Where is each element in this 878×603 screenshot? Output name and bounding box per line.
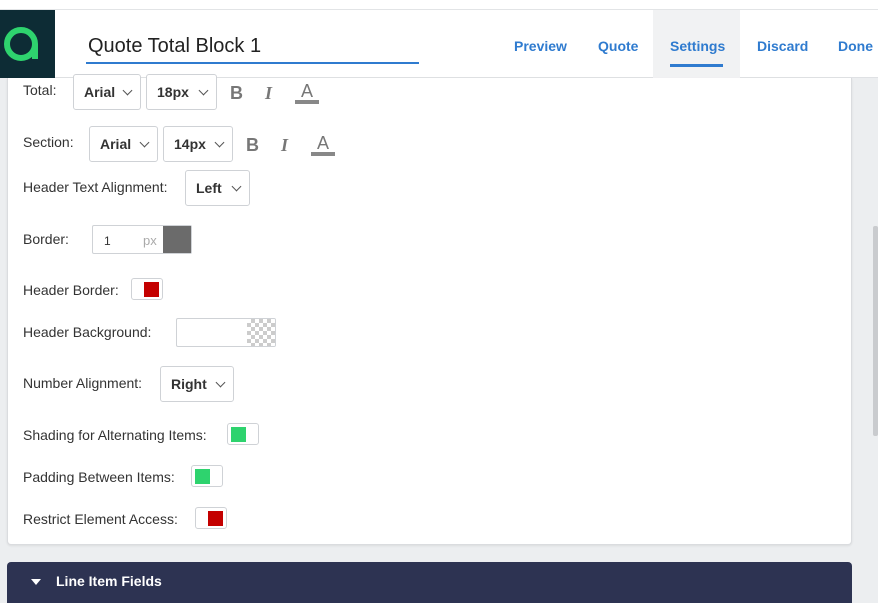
shading-label: Shading for Alternating Items:: [23, 427, 207, 443]
total-font-value: Arial: [84, 84, 116, 100]
editor-header: Quote Total Block 1 Preview Quote Settin…: [0, 10, 878, 78]
logo-icon: [4, 27, 38, 61]
nav-quote[interactable]: Quote: [598, 38, 638, 54]
number-alignment-select[interactable]: Right: [160, 366, 234, 402]
nav-preview[interactable]: Preview: [514, 38, 567, 54]
nav-discard[interactable]: Discard: [757, 38, 808, 54]
toggle-knob: [208, 511, 223, 526]
border-width-value: 1: [104, 234, 111, 248]
total-size-value: 18px: [157, 84, 189, 100]
number-alignment-label: Number Alignment:: [23, 375, 143, 391]
chevron-down-icon: [198, 85, 209, 96]
section-font-select[interactable]: Arial: [89, 126, 158, 162]
padding-toggle[interactable]: [191, 465, 223, 487]
active-tab-indicator: [670, 64, 723, 67]
total-size-select[interactable]: 18px: [146, 74, 217, 110]
chevron-down-icon: [214, 137, 225, 148]
chevron-down-icon: [139, 137, 150, 148]
section-label: Section:: [23, 134, 74, 150]
shading-toggle[interactable]: [227, 423, 259, 445]
top-strip: [0, 0, 878, 10]
total-font-select[interactable]: Arial: [73, 74, 141, 110]
header-text-alignment-value: Left: [196, 180, 222, 196]
border-unit: px: [143, 233, 157, 248]
section-color-button[interactable]: A: [311, 134, 335, 156]
header-border-toggle[interactable]: [131, 278, 163, 300]
nav-settings[interactable]: Settings: [670, 38, 725, 54]
line-item-fields-title: Line Item Fields: [56, 573, 162, 589]
total-italic-button[interactable]: I: [265, 83, 272, 104]
scrollbar-thumb[interactable]: [873, 226, 878, 436]
total-color-button[interactable]: A: [295, 82, 319, 104]
toggle-knob: [231, 427, 246, 442]
line-item-fields-header[interactable]: Line Item Fields: [7, 562, 852, 603]
scrollbar[interactable]: [872, 78, 878, 603]
transparent-swatch[interactable]: [247, 319, 275, 346]
toggle-knob: [144, 282, 159, 297]
border-label: Border:: [23, 231, 69, 247]
chevron-down-icon: [122, 85, 133, 96]
app-logo[interactable]: [0, 10, 55, 78]
padding-label: Padding Between Items:: [23, 469, 175, 485]
total-label: Total:: [23, 82, 57, 98]
section-italic-button[interactable]: I: [281, 135, 288, 156]
restrict-access-label: Restrict Element Access:: [23, 511, 178, 527]
number-alignment-value: Right: [171, 376, 207, 392]
toggle-knob: [195, 469, 210, 484]
header-background-label: Header Background:: [23, 324, 152, 340]
header-border-label: Header Border:: [23, 282, 119, 298]
header-text-alignment-label: Header Text Alignment:: [23, 179, 168, 195]
header-background-input[interactable]: [176, 318, 276, 347]
section-font-value: Arial: [100, 136, 132, 152]
section-size-select[interactable]: 14px: [163, 126, 233, 162]
block-title-input[interactable]: Quote Total Block 1: [86, 34, 419, 64]
border-width-input[interactable]: 1 px: [92, 225, 192, 254]
total-bold-button[interactable]: B: [230, 83, 243, 104]
border-color-swatch[interactable]: [163, 226, 191, 253]
caret-down-icon: [31, 579, 41, 585]
section-bold-button[interactable]: B: [246, 135, 259, 156]
chevron-down-icon: [231, 181, 242, 192]
nav-done[interactable]: Done: [838, 38, 873, 54]
section-size-value: 14px: [174, 136, 206, 152]
header-text-alignment-select[interactable]: Left: [185, 170, 250, 206]
restrict-access-toggle[interactable]: [195, 507, 227, 529]
chevron-down-icon: [215, 377, 226, 388]
